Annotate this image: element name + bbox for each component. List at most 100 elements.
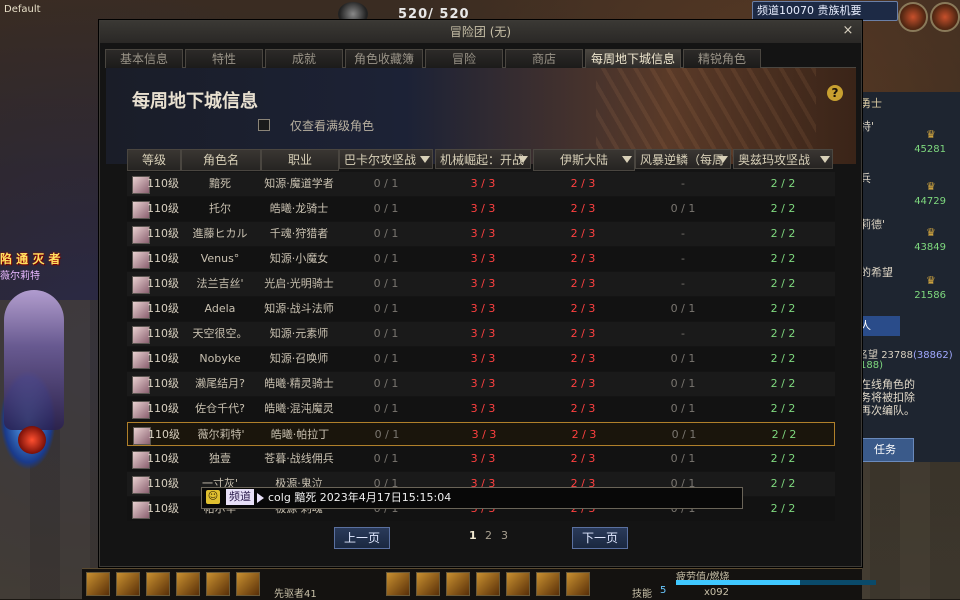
table-row[interactable]: 110级 佐仓千代? 皓曦·混沌魔灵 0 / 1 3 / 3 2 / 3 0 / 1 2 / … xyxy=(127,397,835,421)
table-row[interactable]: 110级 天空很空。 知源·元素师 0 / 1 3 / 3 2 / 3 - 2 / 2 xyxy=(127,322,835,346)
cell-c5: 2 / 2 xyxy=(770,452,796,465)
skill-slot[interactable] xyxy=(146,572,170,596)
side-button[interactable]: 人 xyxy=(856,316,900,336)
side-entry-name: 莉德' xyxy=(860,218,886,231)
table-row[interactable]: 110级 Adela 知源·战斗法师 0 / 1 3 / 3 2 / 3 0 / 1 2 / … xyxy=(127,297,835,321)
skill-slot[interactable] xyxy=(506,572,530,596)
tab-weekly-dungeon[interactable]: 每周地下城信息 xyxy=(585,49,681,68)
cell-c3: 2 / 3 xyxy=(570,202,596,215)
cell-name: 黯死 xyxy=(209,177,231,190)
table-row[interactable]: 110级 Nobyke 知源·召唤师 0 / 1 3 / 3 2 / 3 0 / 1 2 / … xyxy=(127,347,835,371)
skill-slot[interactable] xyxy=(116,572,140,596)
skill-slot[interactable] xyxy=(386,572,410,596)
fame-line: 名望 23788(38862) xyxy=(858,346,953,361)
tab-traits[interactable]: 特性 xyxy=(185,49,263,68)
max-level-checkbox[interactable] xyxy=(258,119,270,131)
adventure-window: 冒险团 (无) × 基本信息 特性 成就 角色收藏簿 冒险 商店 每周地下城信息… xyxy=(99,20,862,567)
boss-name: 薇尔莉特 xyxy=(0,271,40,282)
table-row[interactable]: 110级 薇尔莉特' 皓曦·帕拉丁 0 / 1 3 / 3 2 / 3 0 / 1 2 / 2 xyxy=(127,422,835,446)
next-page-button[interactable]: 下一页 xyxy=(572,527,628,549)
cell-c4: 0 / 1 xyxy=(670,377,696,390)
tab-shop[interactable]: 商店 xyxy=(505,49,583,68)
close-icon[interactable]: × xyxy=(841,24,855,38)
cell-name: 薇尔莉特' xyxy=(197,428,245,441)
emblem-icon: ♛ xyxy=(926,274,936,287)
side-entry[interactable]: 兵 ♛ 44729 xyxy=(858,168,958,214)
cell-name: 法兰吉丝' xyxy=(196,277,244,290)
cell-c5: 2 / 2 xyxy=(770,252,796,265)
skill-slot[interactable] xyxy=(176,572,200,596)
page-3[interactable]: 3 xyxy=(501,529,508,542)
col-ozma[interactable]: 奥兹玛攻坚战 xyxy=(733,149,833,169)
cell-c2: 3 / 3 xyxy=(471,428,497,441)
cell-level: 110级 xyxy=(147,377,179,390)
skill-slot[interactable] xyxy=(86,572,110,596)
table-row[interactable]: 110级 濑尾结月? 皓曦·精灵骑士 0 / 1 3 / 3 2 / 3 0 / 1 2 / … xyxy=(127,372,835,396)
col-name[interactable]: 角色名 xyxy=(181,149,261,171)
skill-slot[interactable] xyxy=(236,572,260,596)
cell-level: 110级 xyxy=(147,302,179,315)
tab-collection[interactable]: 角色收藏簿 xyxy=(345,49,423,68)
cell-job: 皓曦·混沌魔灵 xyxy=(264,402,334,415)
cell-c5: 2 / 2 xyxy=(770,352,796,365)
menu-icon[interactable] xyxy=(898,2,928,32)
cell-name: 天空很空。 xyxy=(192,327,248,340)
cell-c3: 2 / 3 xyxy=(570,377,596,390)
table-row[interactable]: 110级 托尔 皓曦·龙骑士 0 / 1 3 / 3 2 / 3 0 / 1 2 / 2 xyxy=(127,197,835,221)
skill-slot[interactable] xyxy=(566,572,590,596)
side-entry-value: 21586 xyxy=(914,290,946,301)
cell-c1: 0 / 1 xyxy=(373,227,399,240)
cell-c4: 0 / 1 xyxy=(671,428,697,441)
table-row[interactable]: 110级 黯死 知源·魔道学者 0 / 1 3 / 3 2 / 3 - 2 / 2 xyxy=(127,172,835,196)
col-mech[interactable]: 机械崛起：开战 xyxy=(435,149,531,169)
cell-c3: 2 / 3 xyxy=(570,327,596,340)
side-entry[interactable]: 特' ♛ 45281 xyxy=(858,116,958,162)
page-1[interactable]: 1 xyxy=(469,529,477,542)
col-job[interactable]: 职业 xyxy=(261,149,339,171)
cell-c2: 3 / 3 xyxy=(470,277,496,290)
table-row[interactable]: 110级 進藤ヒカル 千魂·狩猎者 0 / 1 3 / 3 2 / 3 - 2 / 2 xyxy=(127,222,835,246)
cell-job: 千魂·狩猎者 xyxy=(269,227,329,240)
skill-slot[interactable] xyxy=(536,572,560,596)
fame-value: 23788 xyxy=(881,350,913,361)
cell-level: 110级 xyxy=(147,177,179,190)
cell-name: 独壹 xyxy=(209,452,231,465)
fame-bonus: (38862) xyxy=(913,350,953,361)
col-bakal[interactable]: 巴卡尔攻坚战 xyxy=(339,149,433,169)
table-row[interactable]: 110级 Venus° 知源·小魔女 0 / 1 3 / 3 2 / 3 - 2 / 2 xyxy=(127,247,835,271)
help-icon[interactable]: ? xyxy=(827,85,843,101)
cell-level: 110级 xyxy=(147,502,179,515)
checkbox-label: 仅查看满级角色 xyxy=(290,119,375,133)
col-isys[interactable]: 伊斯大陆 xyxy=(533,149,635,171)
tab-achievements[interactable]: 成就 xyxy=(265,49,343,68)
window-title: 冒险团 (无) xyxy=(100,21,861,43)
boss-label: 陷 通 灭 者 薇尔莉特 xyxy=(0,250,82,282)
chat-channel-tag[interactable]: 频道 xyxy=(226,489,254,505)
tab-elite[interactable]: 精锐角色 xyxy=(683,49,761,68)
tab-basic-info[interactable]: 基本信息 xyxy=(105,49,183,68)
table-row[interactable]: 110级 独壹 苍暮·战线佣兵 0 / 1 3 / 3 2 / 3 0 / 1 2 / 2 xyxy=(127,447,835,471)
cell-c1: 0 / 1 xyxy=(373,302,399,315)
col-level[interactable]: 等级 xyxy=(127,149,181,171)
side-entry[interactable]: 莉德' ♛ 43849 xyxy=(858,214,958,260)
page-title: 每周地下城信息 xyxy=(132,91,258,112)
fame-extra: 188) xyxy=(860,360,883,371)
awakening-orb[interactable] xyxy=(18,426,46,454)
prev-page-button[interactable]: 上一页 xyxy=(334,527,390,549)
side-entry[interactable]: 的希望 ♛ 21586 xyxy=(858,262,958,308)
skill-slot[interactable] xyxy=(206,572,230,596)
col-storm[interactable]: 风暴逆鳞（每周 xyxy=(635,149,731,169)
profile-label: Default xyxy=(4,4,41,15)
quest-button[interactable]: 任务 xyxy=(856,438,914,462)
settings-icon[interactable] xyxy=(930,2,960,32)
skill-slot[interactable] xyxy=(446,572,470,596)
channel-badge[interactable]: 频道10070 贵族机要 xyxy=(752,1,898,21)
cell-c4: - xyxy=(681,177,685,190)
skill-slot[interactable] xyxy=(416,572,440,596)
tab-adventure[interactable]: 冒险 xyxy=(425,49,503,68)
skill-slot[interactable] xyxy=(476,572,500,596)
page-2[interactable]: 2 xyxy=(485,529,492,542)
cell-name: Adela xyxy=(204,302,236,315)
cell-name: Venus° xyxy=(200,252,240,265)
table-row[interactable]: 110级 法兰吉丝' 光启·光明骑士 0 / 1 3 / 3 2 / 3 - 2 / 2 xyxy=(127,272,835,296)
